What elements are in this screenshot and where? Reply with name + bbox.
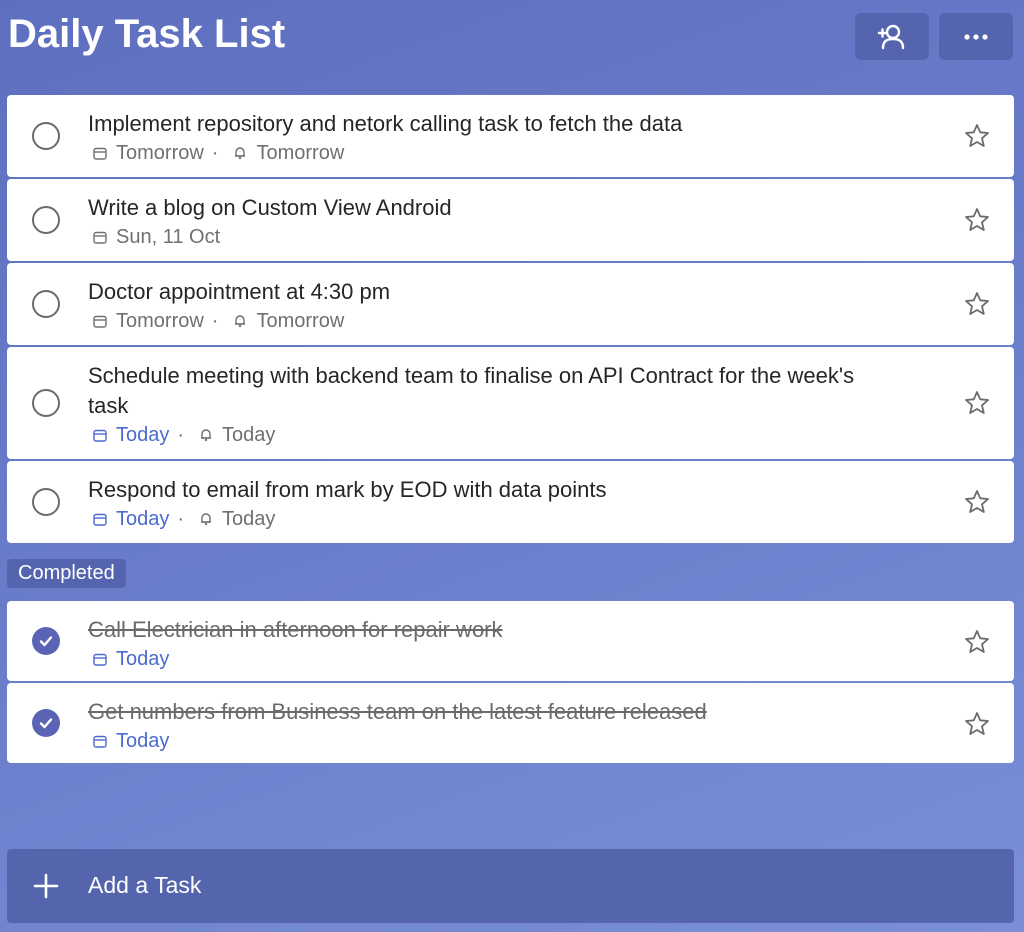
task-meta: Sun, 11 Oct bbox=[88, 223, 934, 251]
header: Daily Task List bbox=[0, 0, 1024, 80]
task-body: Write a blog on Custom View Android Sun,… bbox=[88, 193, 934, 251]
task-checkbox[interactable] bbox=[32, 122, 60, 150]
task-meta: Tomorrow · Tomorrow bbox=[88, 139, 934, 167]
task-meta: Today · Today bbox=[88, 505, 934, 533]
calendar-icon bbox=[93, 428, 107, 442]
share-list-button[interactable] bbox=[855, 13, 929, 60]
task-title: Respond to email from mark by EOD with d… bbox=[88, 477, 607, 502]
task-due-date: Today bbox=[116, 730, 170, 752]
task-list: Implement repository and netork calling … bbox=[7, 95, 1014, 545]
task-title: Doctor appointment at 4:30 pm bbox=[88, 279, 391, 304]
task-due-date: Today bbox=[116, 508, 170, 530]
task-title: Call Electrician in afternoon for repair… bbox=[88, 617, 503, 642]
task-title: Write a blog on Custom View Android bbox=[88, 195, 452, 220]
task-item[interactable]: Doctor appointment at 4:30 pm Tomorrow ·… bbox=[7, 263, 1014, 345]
task-checkbox[interactable] bbox=[32, 206, 60, 234]
task-item[interactable]: Schedule meeting with backend team to fi… bbox=[7, 347, 1014, 459]
add-task-label: Add a Task bbox=[88, 872, 202, 898]
star-icon[interactable] bbox=[964, 629, 990, 655]
task-reminder: Tomorrow bbox=[256, 310, 345, 332]
person-add-icon bbox=[877, 24, 905, 49]
completed-task-item[interactable]: Get numbers from Business team on the la… bbox=[7, 683, 1014, 763]
task-body: Respond to email from mark by EOD with d… bbox=[88, 475, 934, 533]
star-icon[interactable] bbox=[964, 123, 990, 149]
task-checkbox[interactable] bbox=[32, 290, 60, 318]
task-title: Get numbers from Business team on the la… bbox=[88, 699, 707, 724]
page-title: Daily Task List bbox=[8, 12, 286, 56]
task-due-date: Tomorrow bbox=[116, 310, 204, 332]
task-checkbox[interactable] bbox=[32, 389, 60, 417]
task-reminder: Tomorrow bbox=[256, 142, 345, 164]
more-horizontal-icon bbox=[964, 33, 988, 40]
task-title: Schedule meeting with backend team to fi… bbox=[88, 363, 855, 418]
bell-icon bbox=[233, 146, 247, 160]
task-item[interactable]: Respond to email from mark by EOD with d… bbox=[7, 461, 1014, 543]
task-meta: Today bbox=[88, 645, 934, 673]
checkmark-icon bbox=[39, 718, 53, 729]
meta-separator: · bbox=[211, 142, 219, 164]
task-body: Doctor appointment at 4:30 pm Tomorrow ·… bbox=[88, 277, 934, 335]
more-options-button[interactable] bbox=[939, 13, 1013, 60]
task-title: Implement repository and netork calling … bbox=[88, 111, 683, 136]
add-task-bar[interactable]: Add a Task bbox=[7, 849, 1014, 923]
calendar-icon bbox=[93, 146, 107, 160]
task-due-date: Today bbox=[116, 648, 170, 670]
bell-icon bbox=[233, 314, 247, 328]
calendar-icon bbox=[93, 512, 107, 526]
completed-task-list: Call Electrician in afternoon for repair… bbox=[7, 601, 1014, 765]
meta-separator: · bbox=[177, 508, 185, 530]
task-item[interactable]: Implement repository and netork calling … bbox=[7, 95, 1014, 177]
task-due-date: Tomorrow bbox=[116, 142, 204, 164]
star-icon[interactable] bbox=[964, 291, 990, 317]
task-reminder: Today bbox=[222, 424, 276, 446]
completed-task-item[interactable]: Call Electrician in afternoon for repair… bbox=[7, 601, 1014, 681]
task-due-date: Sun, 11 Oct bbox=[116, 226, 221, 248]
calendar-icon bbox=[93, 652, 107, 666]
task-meta: Tomorrow · Tomorrow bbox=[88, 307, 934, 335]
task-body: Implement repository and netork calling … bbox=[88, 109, 934, 167]
checkmark-icon bbox=[39, 636, 53, 647]
meta-separator: · bbox=[211, 310, 219, 332]
task-item[interactable]: Write a blog on Custom View Android Sun,… bbox=[7, 179, 1014, 261]
task-due-date: Today bbox=[116, 424, 170, 446]
task-body: Schedule meeting with backend team to fi… bbox=[88, 361, 934, 449]
task-meta: Today · Today bbox=[88, 421, 934, 449]
calendar-icon bbox=[93, 230, 107, 244]
star-icon[interactable] bbox=[964, 489, 990, 515]
completed-section-toggle[interactable]: Completed bbox=[7, 559, 126, 588]
task-body: Call Electrician in afternoon for repair… bbox=[88, 615, 934, 673]
bell-icon bbox=[199, 512, 213, 526]
task-checkbox-checked[interactable] bbox=[32, 709, 60, 737]
star-icon[interactable] bbox=[964, 711, 990, 737]
task-meta: Today bbox=[88, 727, 934, 755]
task-checkbox-checked[interactable] bbox=[32, 627, 60, 655]
bell-icon bbox=[199, 428, 213, 442]
task-reminder: Today bbox=[222, 508, 276, 530]
star-icon[interactable] bbox=[964, 207, 990, 233]
meta-separator: · bbox=[177, 424, 185, 446]
calendar-icon bbox=[93, 734, 107, 748]
task-checkbox[interactable] bbox=[32, 488, 60, 516]
task-body: Get numbers from Business team on the la… bbox=[88, 697, 934, 755]
calendar-icon bbox=[93, 314, 107, 328]
star-icon[interactable] bbox=[964, 390, 990, 416]
plus-icon bbox=[33, 873, 59, 899]
